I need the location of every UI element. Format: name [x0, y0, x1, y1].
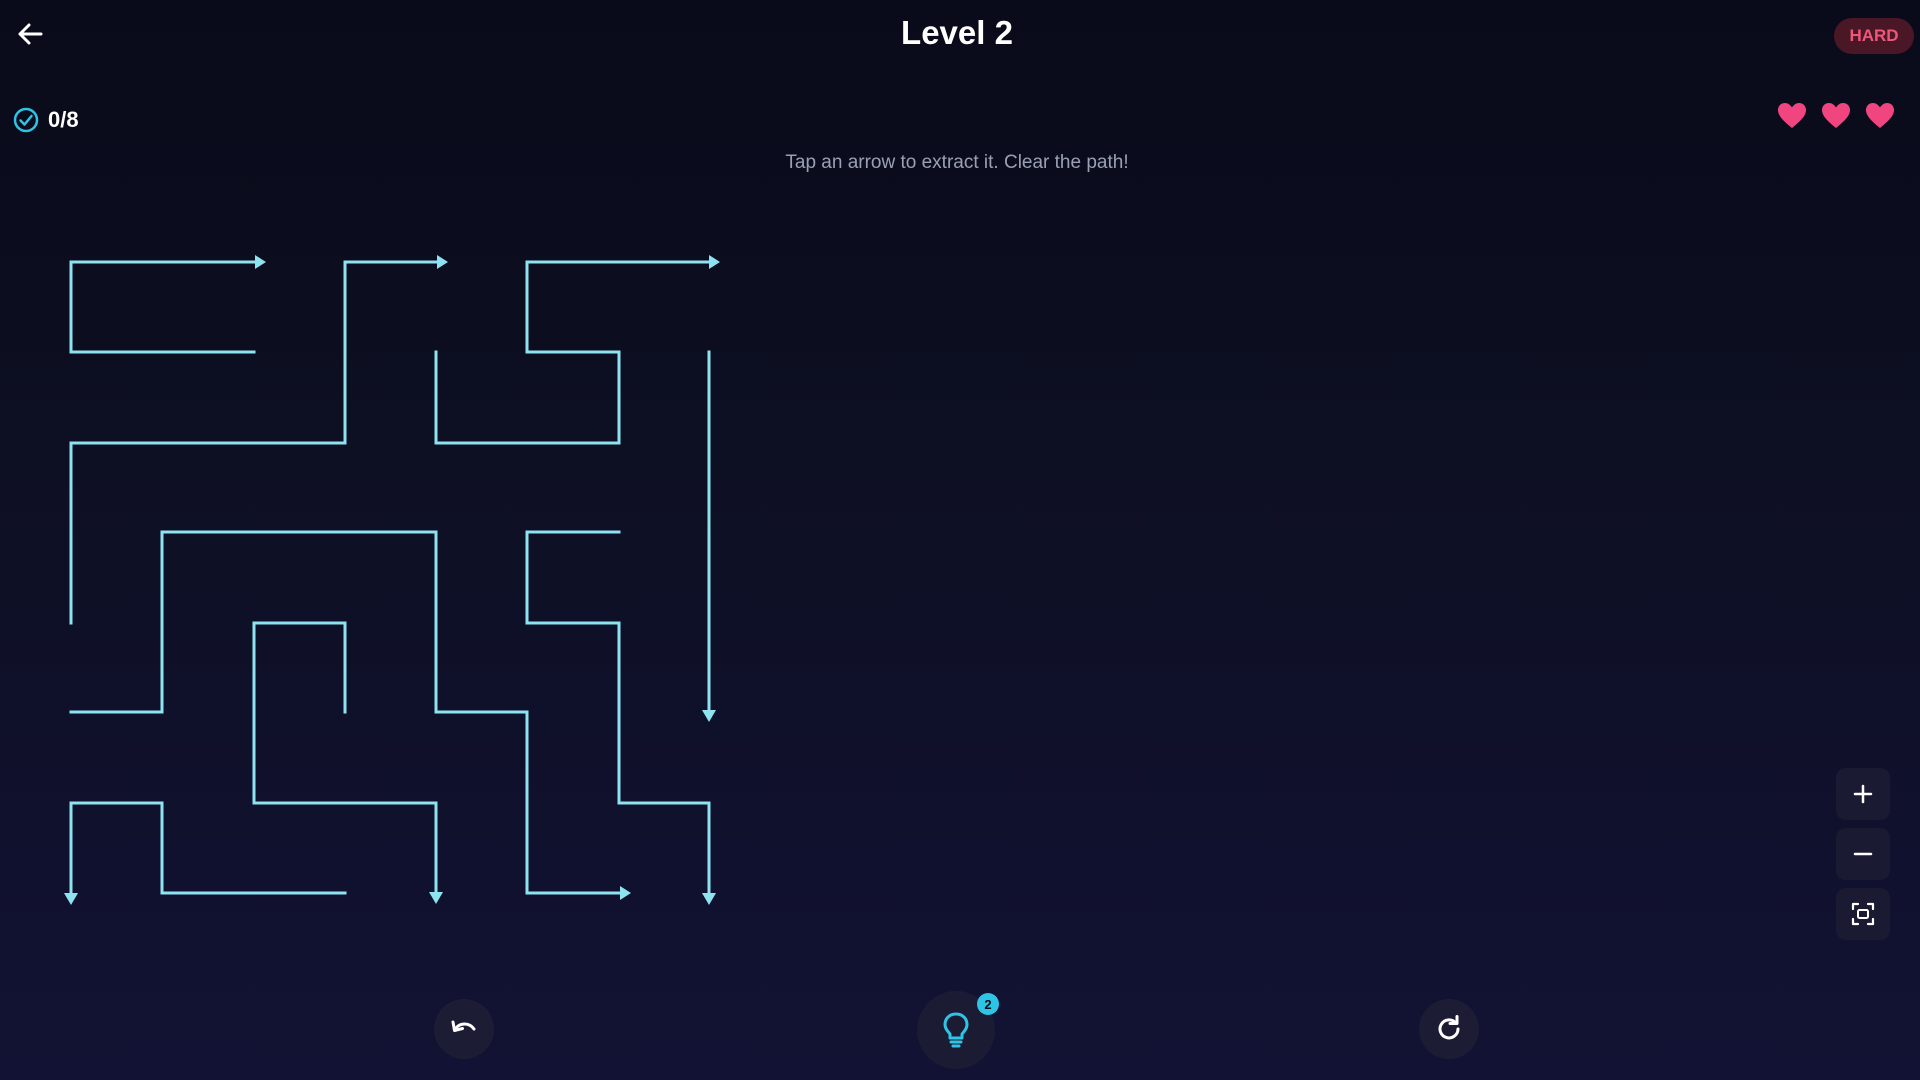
level-title: Level 2 — [901, 14, 1013, 51]
restart-icon — [1438, 1015, 1460, 1040]
hint-count-badge: 2 — [977, 993, 999, 1015]
arrow-head[interactable] — [429, 892, 443, 904]
arrow-head[interactable] — [255, 255, 266, 269]
progress-counter: 0/8 — [12, 104, 79, 136]
top-bar: Level 2 HARD — [0, 0, 1920, 70]
minus-icon — [1853, 852, 1873, 856]
lives — [1776, 100, 1896, 132]
zoom-controls — [1836, 768, 1890, 940]
zoom-in-button[interactable] — [1836, 768, 1890, 820]
lightbulb-icon — [943, 1012, 969, 1048]
arrow-path[interactable] — [69, 801, 347, 895]
arrow-path[interactable] — [69, 260, 439, 625]
difficulty-badge: HARD — [1834, 18, 1914, 54]
plus-icon — [1853, 784, 1873, 804]
check-circle-icon — [13, 107, 39, 133]
arrow-path[interactable] — [525, 530, 711, 895]
arrow-head[interactable] — [702, 893, 716, 905]
undo-button[interactable] — [434, 999, 494, 1059]
restart-button[interactable] — [1419, 999, 1479, 1059]
arrow-head[interactable] — [620, 886, 631, 900]
arrow-path[interactable] — [69, 260, 257, 354]
instructions-text: Tap an arrow to extract it. Clear the pa… — [785, 152, 1129, 173]
arrow-path[interactable] — [252, 621, 438, 894]
fit-screen-button[interactable] — [1836, 888, 1890, 940]
puzzle-board — [64, 255, 720, 905]
arrow-head[interactable] — [702, 710, 716, 722]
arrow-path[interactable] — [434, 260, 711, 445]
fit-screen-icon — [1851, 902, 1875, 926]
arrow-head[interactable] — [64, 893, 78, 905]
zoom-out-button[interactable] — [1836, 828, 1890, 880]
heart-icon — [1822, 103, 1850, 128]
arrow-head[interactable] — [437, 255, 448, 269]
arrow-head[interactable] — [709, 255, 720, 269]
heart-icon — [1866, 103, 1894, 128]
undo-icon — [451, 1020, 476, 1032]
progress-text: 0/8 — [48, 107, 79, 132]
heart-icon — [1778, 103, 1806, 128]
